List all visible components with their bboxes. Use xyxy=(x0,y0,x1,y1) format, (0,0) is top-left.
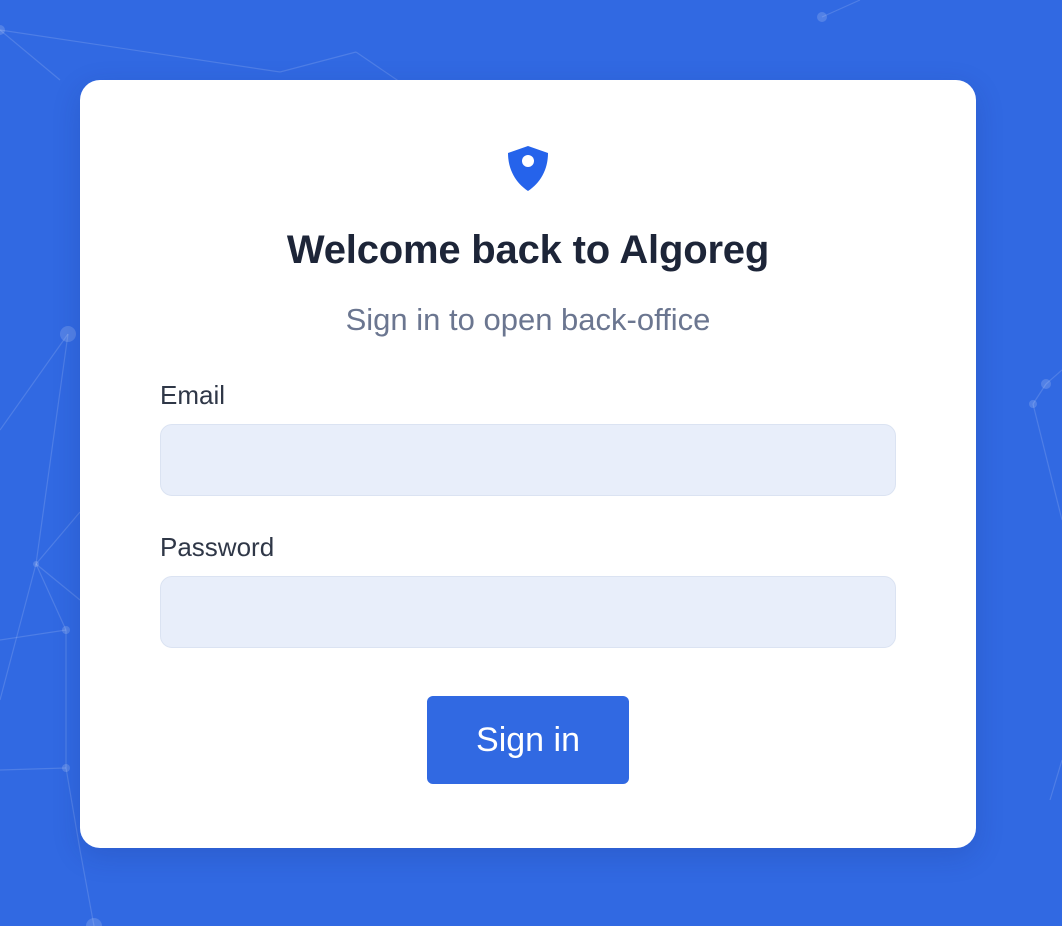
sign-in-button[interactable]: Sign in xyxy=(427,696,629,784)
login-card: Welcome back to Algoreg Sign in to open … xyxy=(80,80,976,848)
password-label: Password xyxy=(160,532,275,562)
password-field[interactable] xyxy=(160,576,896,648)
page-subtitle: Sign in to open back-office xyxy=(345,302,711,337)
page-title: Welcome back to Algoreg xyxy=(286,228,770,272)
email-field[interactable] xyxy=(160,424,896,496)
shield-location-icon xyxy=(508,146,548,191)
email-label: Email xyxy=(160,380,226,410)
